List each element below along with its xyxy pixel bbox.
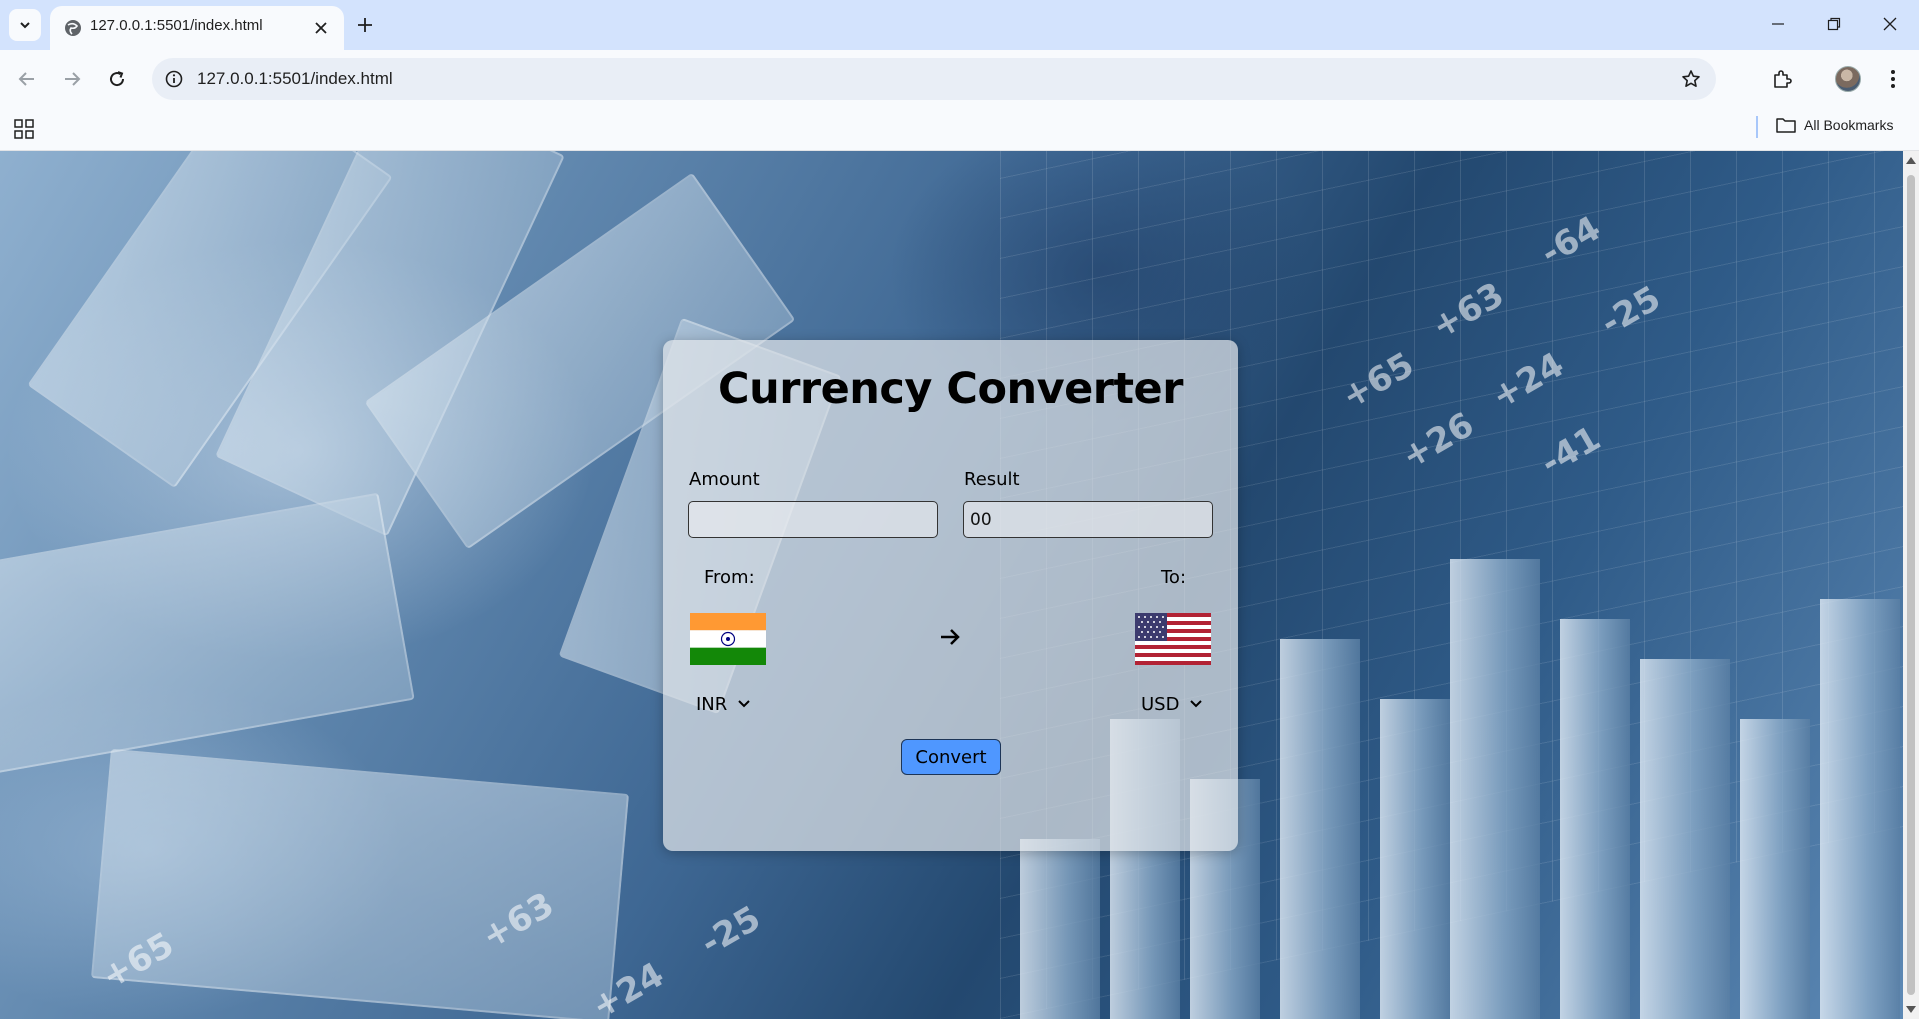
close-icon	[315, 22, 327, 34]
back-button[interactable]	[9, 61, 45, 97]
apps-grid-icon[interactable]	[13, 118, 35, 140]
convert-button[interactable]: Convert	[901, 739, 1001, 775]
arrow-right-icon	[65, 72, 81, 86]
browser-toolbar: 127.0.0.1:5501/index.html	[0, 50, 1919, 108]
result-field[interactable]	[963, 501, 1213, 538]
puzzle-icon	[1774, 70, 1792, 88]
site-info-button[interactable]	[162, 67, 186, 91]
page-scrollbar[interactable]	[1903, 151, 1919, 1019]
usa-flag-icon	[1135, 613, 1211, 665]
scrollbar-thumb[interactable]	[1907, 175, 1915, 995]
chevron-down-icon	[20, 22, 30, 29]
amount-input[interactable]	[688, 501, 938, 538]
star-icon	[1682, 70, 1700, 87]
browser-tab[interactable]: 127.0.0.1:5501/index.html	[50, 6, 344, 50]
globe-icon	[65, 20, 81, 36]
forward-button[interactable]	[54, 61, 90, 97]
from-label: From:	[704, 567, 755, 588]
browser-tabstrip: 127.0.0.1:5501/index.html	[0, 0, 1919, 50]
tab-search-button[interactable]	[9, 9, 41, 41]
close-window-button[interactable]	[1861, 0, 1919, 48]
address-bar[interactable]: 127.0.0.1:5501/index.html	[152, 58, 1716, 100]
profile-button[interactable]	[1830, 61, 1866, 97]
result-label: Result	[964, 469, 1020, 490]
minimize-button[interactable]	[1749, 0, 1807, 48]
folder-icon	[1776, 118, 1796, 133]
bookmark-star-button[interactable]	[1678, 66, 1704, 92]
close-icon	[1883, 17, 1897, 31]
reload-button[interactable]	[99, 61, 135, 97]
page-title: Currency Converter	[718, 364, 1183, 414]
amount-label: Amount	[689, 469, 760, 490]
minimize-icon	[1772, 23, 1784, 25]
scroll-down-arrow-icon[interactable]	[1906, 1006, 1916, 1013]
tab-title: 127.0.0.1:5501/index.html	[90, 17, 263, 34]
background-number: -25	[694, 898, 768, 964]
to-label: To:	[1161, 567, 1187, 588]
bookmarks-separator	[1756, 116, 1758, 138]
restore-icon	[1827, 17, 1841, 31]
to-currency-select[interactable]: USD	[1141, 689, 1203, 719]
scroll-up-arrow-icon[interactable]	[1906, 157, 1916, 164]
from-currency-value: INR	[696, 693, 728, 715]
restore-button[interactable]	[1805, 0, 1863, 48]
tab-close-button[interactable]	[310, 17, 332, 39]
avatar	[1835, 66, 1861, 92]
chevron-down-icon	[738, 700, 750, 708]
more-vertical-icon	[1891, 70, 1895, 88]
india-flag-icon	[690, 613, 766, 665]
plus-icon	[358, 18, 372, 32]
extensions-button[interactable]	[1764, 61, 1800, 97]
chevron-down-icon	[1190, 700, 1203, 708]
from-currency-select[interactable]: INR	[696, 689, 751, 719]
url-text: 127.0.0.1:5501/index.html	[197, 69, 393, 88]
to-currency-value: USD	[1141, 693, 1180, 715]
arrow-left-icon	[18, 72, 34, 86]
all-bookmarks-label: All Bookmarks	[1804, 117, 1894, 133]
all-bookmarks-button[interactable]: All Bookmarks	[1776, 117, 1893, 133]
info-icon	[165, 70, 183, 88]
arrow-right-icon	[941, 629, 960, 645]
new-tab-button[interactable]	[351, 11, 379, 39]
browser-menu-button[interactable]	[1875, 61, 1911, 97]
reload-icon	[110, 71, 125, 87]
bookmarks-bar: All Bookmarks	[0, 108, 1919, 151]
converter-card: Currency Converter Amount Result From: T…	[663, 340, 1238, 851]
